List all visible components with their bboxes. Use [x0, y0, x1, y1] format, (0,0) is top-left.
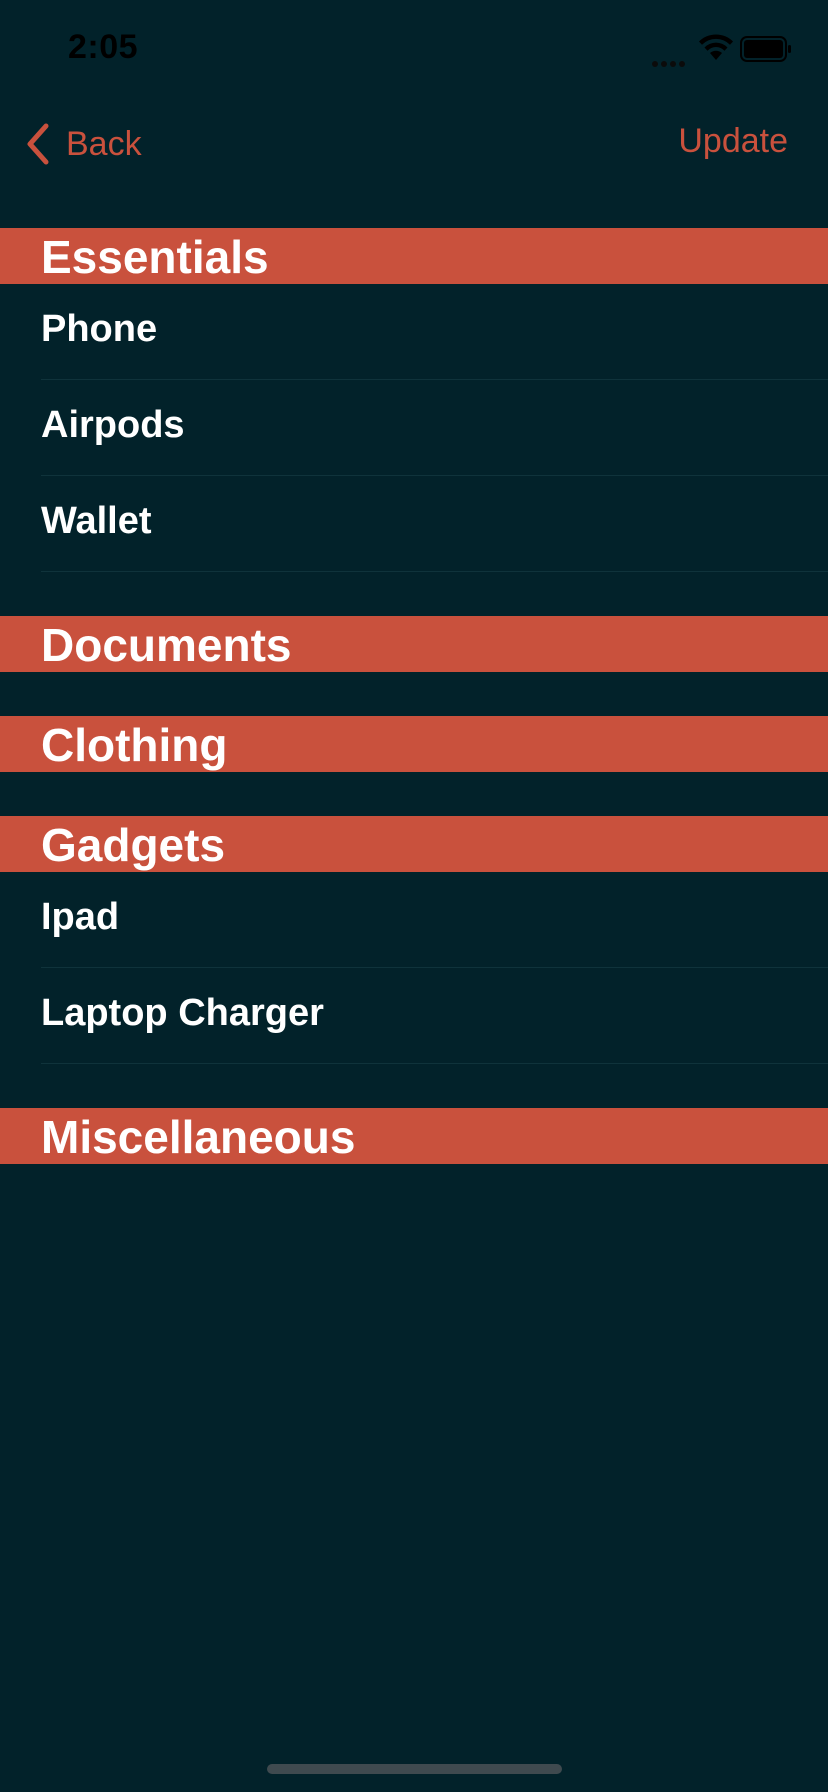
update-button[interactable]: Update — [678, 122, 788, 161]
status-bar: 2:05 — [0, 0, 828, 100]
cellular-signal-icon — [652, 54, 694, 67]
list-item[interactable]: Ipad — [0, 872, 828, 968]
list-item[interactable]: Phone — [0, 284, 828, 380]
section-header: Miscellaneous — [0, 1108, 828, 1164]
list-item[interactable]: Airpods — [0, 380, 828, 476]
packing-list: Essentials Phone Airpods Wallet Document… — [0, 228, 828, 1208]
row-separator — [41, 571, 828, 572]
row-separator — [41, 1063, 828, 1064]
chevron-left-icon — [27, 123, 49, 165]
home-indicator[interactable] — [267, 1764, 562, 1774]
list-item-label: Airpods — [41, 404, 185, 446]
list-item-label: Ipad — [41, 896, 120, 938]
section-header: Gadgets — [0, 816, 828, 872]
section-documents: Documents — [0, 616, 828, 672]
section-header: Documents — [0, 616, 828, 672]
wifi-icon — [699, 34, 733, 60]
navigation-bar: Back Update — [0, 100, 828, 188]
list-item[interactable]: Laptop Charger — [0, 968, 828, 1064]
list-item[interactable]: Wallet — [0, 476, 828, 572]
section-gadgets: Gadgets Ipad Laptop Charger — [0, 816, 828, 1064]
list-item-label: Phone — [41, 308, 158, 350]
back-button[interactable]: Back — [24, 118, 142, 170]
section-header: Essentials — [0, 228, 828, 284]
back-label: Back — [66, 124, 142, 163]
section-header: Clothing — [0, 716, 828, 772]
section-clothing: Clothing — [0, 716, 828, 772]
battery-icon — [740, 36, 791, 62]
section-essentials: Essentials Phone Airpods Wallet — [0, 228, 828, 572]
status-time: 2:05 — [68, 28, 139, 66]
list-item-label: Wallet — [41, 500, 152, 542]
section-miscellaneous: Miscellaneous — [0, 1108, 828, 1164]
packing-list-screen: 2:05 Back Update Essentials Phone Airpod… — [0, 0, 828, 1792]
list-item-label: Laptop Charger — [41, 992, 324, 1034]
